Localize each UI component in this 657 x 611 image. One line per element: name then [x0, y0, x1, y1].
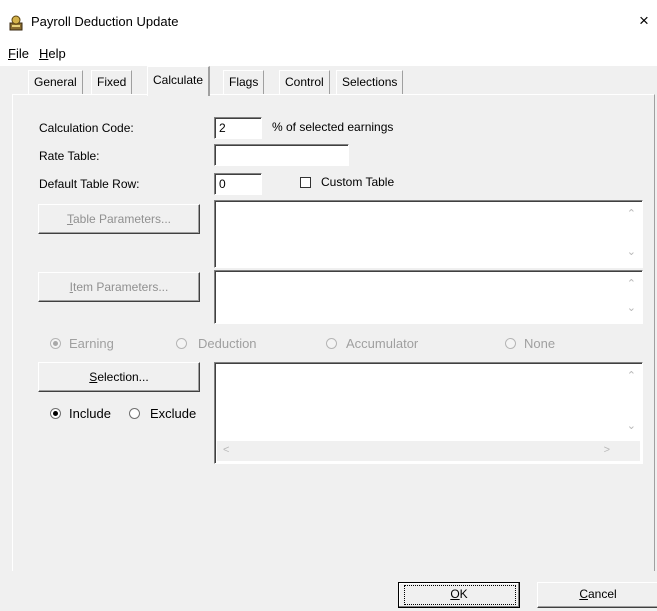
- rate-table-label: Rate Table:: [39, 149, 100, 163]
- radio-none-label: None: [524, 336, 556, 351]
- rate-table-field[interactable]: [214, 144, 349, 166]
- calc-code-description: % of selected earnings: [272, 120, 394, 134]
- tab-control[interactable]: Control: [279, 70, 330, 94]
- window-title: Payroll Deduction Update: [31, 14, 179, 29]
- menu-help[interactable]: Help: [39, 46, 66, 61]
- radio-deduction-label: Deduction: [198, 336, 257, 351]
- tab-fixed[interactable]: Fixed: [91, 70, 133, 94]
- tab-general[interactable]: General: [28, 70, 83, 94]
- item-parameters-button[interactable]: Item Parameters...: [38, 272, 200, 302]
- focus-rectangle: [404, 585, 516, 605]
- tab-selections[interactable]: Selections: [336, 70, 404, 94]
- item-parameters-textarea[interactable]: ⌃ ⌄: [214, 270, 643, 324]
- close-icon[interactable]: ×: [639, 12, 649, 30]
- scroll-up-icon[interactable]: ⌃: [627, 207, 636, 220]
- selection-button[interactable]: Selection...: [38, 362, 200, 392]
- radio-exclude-label: Exclude: [150, 406, 197, 421]
- scroll-down-icon[interactable]: ⌄: [627, 419, 636, 432]
- menu-bar: [0, 40, 657, 66]
- cancel-button[interactable]: Cancel: [537, 582, 657, 608]
- default-row-label: Default Table Row:: [39, 177, 140, 191]
- scroll-up-icon[interactable]: ⌃: [627, 369, 636, 382]
- custom-table-label: Custom Table: [321, 175, 395, 189]
- menu-file[interactable]: File: [8, 46, 29, 61]
- table-parameters-button[interactable]: Table Parameters...: [38, 204, 200, 234]
- radio-earning-label: Earning: [69, 336, 114, 351]
- horizontal-scrollbar[interactable]: < >: [217, 441, 640, 461]
- scroll-right-icon[interactable]: >: [604, 444, 610, 456]
- scroll-left-icon[interactable]: <: [223, 444, 229, 456]
- radio-none[interactable]: [505, 338, 516, 349]
- payroll-app-icon: [9, 15, 23, 31]
- scroll-up-icon[interactable]: ⌃: [627, 277, 636, 290]
- tab-flags[interactable]: Flags: [223, 70, 265, 94]
- scroll-down-icon[interactable]: ⌄: [627, 245, 636, 258]
- radio-exclude[interactable]: [129, 408, 140, 419]
- radio-earning[interactable]: [50, 338, 61, 349]
- scroll-down-icon[interactable]: ⌄: [627, 301, 636, 314]
- radio-deduction[interactable]: [176, 338, 187, 349]
- radio-accumulator-label: Accumulator: [346, 336, 419, 351]
- radio-accumulator[interactable]: [326, 338, 337, 349]
- tab-calculate[interactable]: Calculate: [147, 66, 211, 96]
- radio-include[interactable]: [50, 408, 61, 419]
- calc-code-label: Calculation Code:: [39, 121, 134, 135]
- selection-list[interactable]: ⌃ ⌄ < >: [214, 362, 643, 464]
- custom-table-checkbox[interactable]: [300, 177, 311, 188]
- radio-include-label: Include: [69, 406, 111, 421]
- default-row-field[interactable]: 0: [214, 173, 262, 195]
- table-parameters-textarea[interactable]: ⌃ ⌄: [214, 200, 643, 268]
- calc-code-field[interactable]: 2: [214, 117, 262, 139]
